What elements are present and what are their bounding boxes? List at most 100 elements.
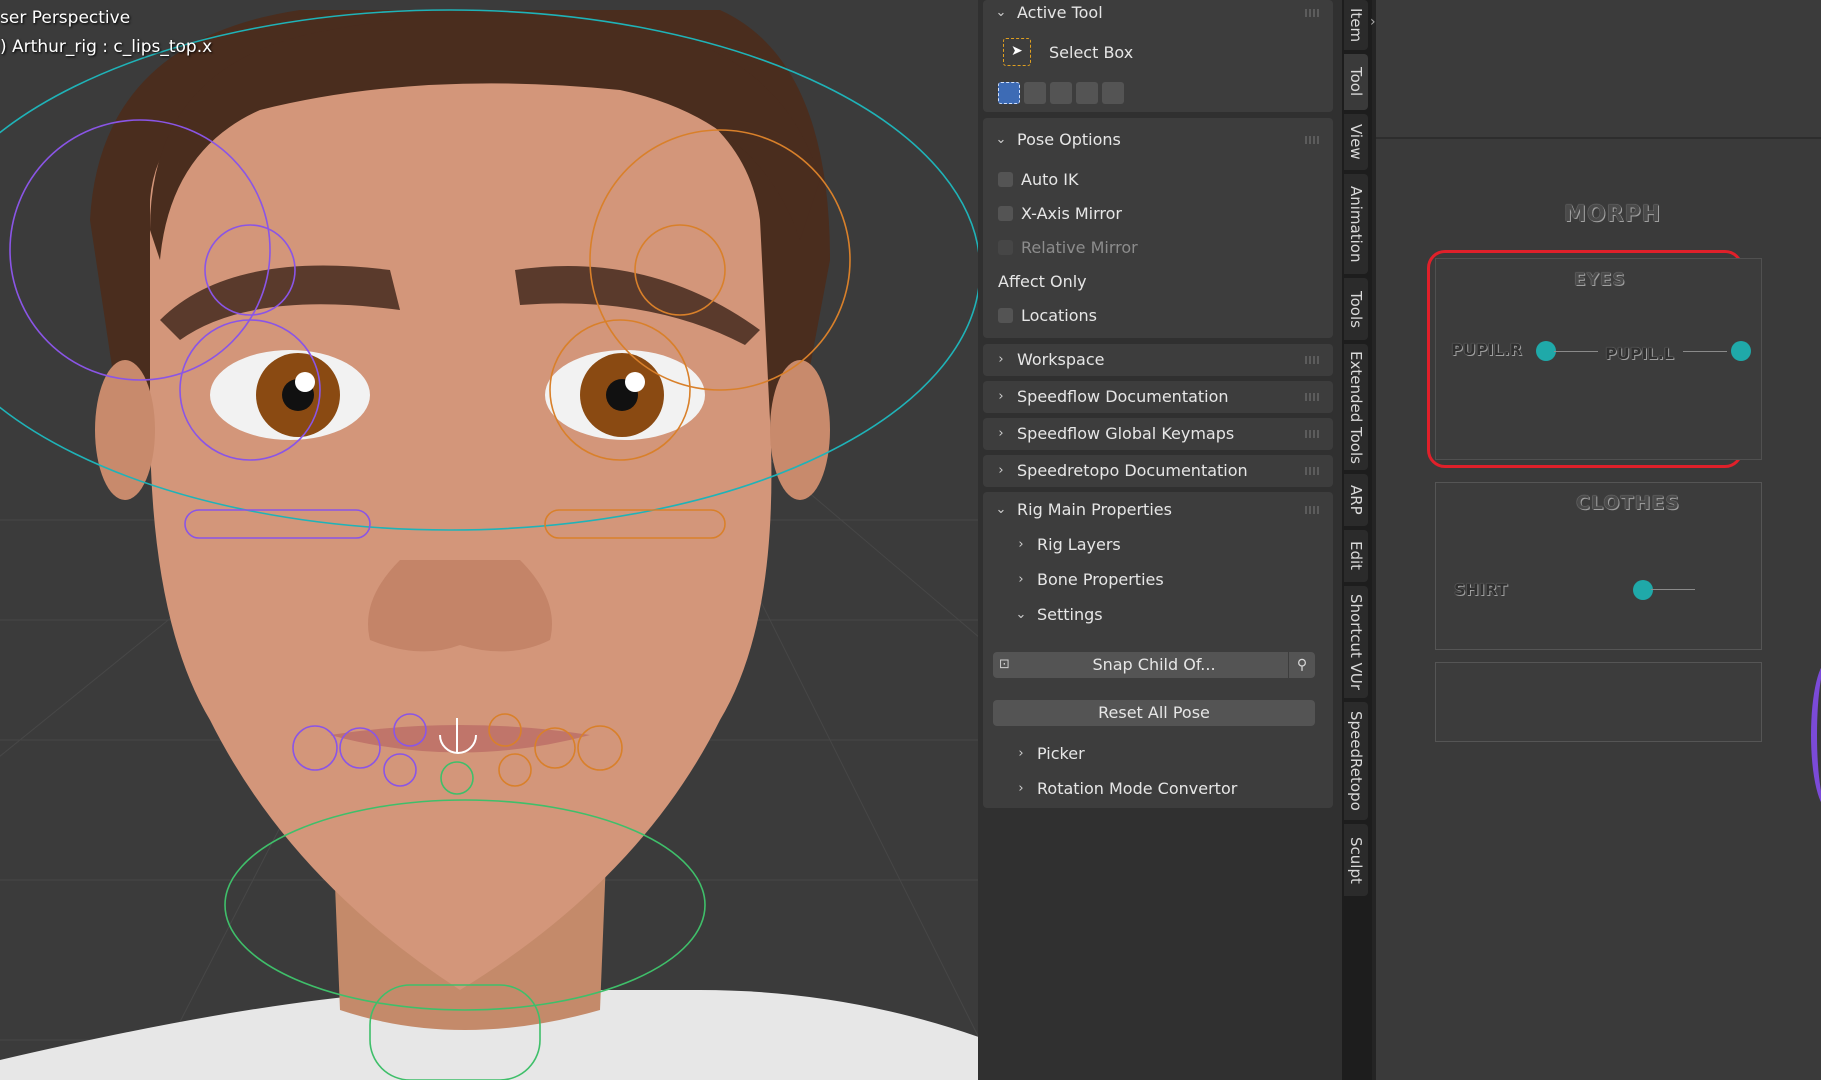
tab-edit[interactable]: Edit bbox=[1344, 530, 1368, 582]
auto-ik-label: Auto IK bbox=[1021, 170, 1079, 189]
drag-handle-icon[interactable] bbox=[1305, 136, 1321, 144]
x-axis-mirror-checkbox[interactable]: X-Axis Mirror bbox=[998, 204, 1122, 223]
picker-panel: MORPH EYES PUPIL.R PUPIL.L CLOTHES SHIRT bbox=[1376, 0, 1821, 1080]
mode-extend-icon[interactable] bbox=[1024, 82, 1046, 104]
reset-all-pose-button[interactable]: Reset All Pose bbox=[993, 700, 1315, 726]
speedflow-documentation-panel[interactable]: › Speedflow Documentation bbox=[983, 381, 1333, 413]
chevron-down-icon: ⌄ bbox=[995, 132, 1007, 147]
sidebar-tabs: Item Tool View Animation Tools Extended … bbox=[1342, 0, 1372, 1080]
tab-sculpt[interactable]: Sculpt bbox=[1344, 824, 1368, 896]
workspace-panel[interactable]: › Workspace bbox=[983, 344, 1333, 376]
locations-label: Locations bbox=[1021, 306, 1098, 325]
rig-layers-subpanel[interactable]: › Rig Layers bbox=[1013, 535, 1120, 554]
x-axis-mirror-label: X-Axis Mirror bbox=[1021, 204, 1123, 223]
pose-options-header[interactable]: ⌄ Pose Options bbox=[993, 130, 1121, 149]
chevron-right-icon: › bbox=[1018, 781, 1024, 796]
locations-checkbox[interactable]: Locations bbox=[998, 306, 1097, 325]
active-tool-header[interactable]: ⌄ Active Tool bbox=[993, 3, 1103, 22]
tab-view[interactable]: View bbox=[1344, 114, 1368, 170]
speedflow-keymaps-title: Speedflow Global Keymaps bbox=[1017, 424, 1235, 443]
shirt-label: SHIRT bbox=[1454, 580, 1508, 599]
viewport-mode-label: ser Perspective bbox=[0, 8, 131, 28]
picker-header-area bbox=[1376, 0, 1821, 139]
chevron-right-icon[interactable]: › bbox=[1370, 14, 1376, 30]
chevron-right-icon: › bbox=[1018, 572, 1024, 587]
speedretopo-documentation-panel[interactable]: › Speedretopo Documentation bbox=[983, 455, 1333, 487]
select-box-tool[interactable]: ➤ Select Box bbox=[1003, 38, 1133, 66]
settings-title: Settings bbox=[1037, 605, 1103, 624]
chevron-right-icon: › bbox=[998, 426, 1004, 441]
drag-handle-icon[interactable] bbox=[1305, 9, 1321, 17]
empty-picker-box bbox=[1435, 662, 1762, 742]
shirt-slider-knob[interactable] bbox=[1633, 580, 1653, 600]
shirt-slider-track[interactable] bbox=[1651, 589, 1695, 590]
auto-ik-checkbox[interactable]: Auto IK bbox=[998, 170, 1078, 189]
rotation-mode-convertor-subpanel[interactable]: › Rotation Mode Convertor bbox=[1013, 779, 1237, 798]
mode-intersect-icon[interactable] bbox=[1102, 82, 1124, 104]
pupil-l-slider-track[interactable] bbox=[1683, 351, 1727, 352]
tab-tool[interactable]: Tool bbox=[1344, 54, 1368, 110]
snap-child-of-button[interactable]: ⊡ Snap Child Of... ⚲ bbox=[993, 652, 1315, 678]
drag-handle-icon[interactable] bbox=[1305, 430, 1321, 438]
checkbox-icon bbox=[998, 240, 1013, 255]
mode-set-icon[interactable] bbox=[998, 82, 1020, 104]
pupil-r-label: PUPIL.R bbox=[1451, 340, 1522, 359]
chevron-down-icon: ⌄ bbox=[995, 502, 1007, 517]
pupil-l-slider-knob[interactable] bbox=[1731, 341, 1751, 361]
settings-subpanel[interactable]: ⌄ Settings bbox=[1013, 605, 1103, 624]
morph-title: MORPH bbox=[1564, 202, 1662, 227]
workspace-header: › Workspace bbox=[993, 350, 1104, 369]
pupil-r-slider-track[interactable] bbox=[1554, 351, 1598, 352]
tab-shortcut-vur[interactable]: Shortcut VUr bbox=[1344, 586, 1368, 698]
drag-handle-icon[interactable] bbox=[1305, 356, 1321, 364]
pose-options-panel: ⌄ Pose Options Auto IK X-Axis Mirror Rel… bbox=[983, 118, 1333, 338]
rotation-mode-convertor-title: Rotation Mode Convertor bbox=[1037, 779, 1238, 798]
mode-invert-icon[interactable] bbox=[1076, 82, 1098, 104]
speedretopo-documentation-header: › Speedretopo Documentation bbox=[993, 461, 1247, 480]
chevron-down-icon: ⌄ bbox=[1015, 607, 1027, 622]
clothes-title: CLOTHES bbox=[1576, 492, 1681, 514]
constraint-icon: ⊡ bbox=[999, 657, 1010, 672]
pupil-r-slider-knob[interactable] bbox=[1536, 341, 1556, 361]
speedflow-keymaps-panel[interactable]: › Speedflow Global Keymaps bbox=[983, 418, 1333, 450]
rig-main-properties-header[interactable]: ⌄ Rig Main Properties bbox=[993, 500, 1172, 519]
chevron-down-icon: ⌄ bbox=[995, 5, 1007, 20]
drag-handle-icon[interactable] bbox=[1305, 467, 1321, 475]
pose-options-title: Pose Options bbox=[1017, 130, 1121, 149]
tab-item[interactable]: Item bbox=[1344, 0, 1368, 50]
affect-only-label: Affect Only bbox=[998, 272, 1087, 291]
relative-mirror-checkbox: Relative Mirror bbox=[998, 238, 1138, 257]
select-box-label: Select Box bbox=[1049, 42, 1134, 62]
checkbox-icon bbox=[998, 308, 1013, 323]
chevron-right-icon: › bbox=[1018, 746, 1024, 761]
mode-subtract-icon[interactable] bbox=[1050, 82, 1072, 104]
speedflow-documentation-title: Speedflow Documentation bbox=[1017, 387, 1229, 406]
tab-extended-tools[interactable]: Extended Tools bbox=[1344, 344, 1368, 470]
add-constraint-icon[interactable]: ⚲ bbox=[1288, 652, 1315, 678]
picker-title: Picker bbox=[1037, 744, 1085, 763]
bone-properties-subpanel[interactable]: › Bone Properties bbox=[1013, 570, 1164, 589]
drag-handle-icon[interactable] bbox=[1305, 506, 1321, 514]
eyes-title: EYES bbox=[1574, 270, 1626, 290]
bone-properties-title: Bone Properties bbox=[1037, 570, 1164, 589]
tab-speedretopo[interactable]: SpeedRetopo bbox=[1344, 702, 1368, 820]
tab-tools[interactable]: Tools bbox=[1344, 278, 1368, 340]
picker-subpanel[interactable]: › Picker bbox=[1013, 744, 1085, 763]
selection-mode-group bbox=[998, 82, 1124, 104]
tab-arp[interactable]: ARP bbox=[1344, 474, 1368, 526]
snap-child-of-label: Snap Child Of... bbox=[1092, 655, 1216, 674]
pupil-l-label: PUPIL.L bbox=[1605, 344, 1674, 363]
active-object-label: ) Arthur_rig : c_lips_top.x bbox=[0, 37, 213, 57]
checkbox-icon bbox=[998, 206, 1013, 221]
speedflow-keymaps-header: › Speedflow Global Keymaps bbox=[993, 424, 1234, 443]
checkbox-icon bbox=[998, 172, 1013, 187]
sidebar-panel: ⌄ Active Tool ➤ Select Box ⌄ Pose Option… bbox=[978, 0, 1342, 1080]
drag-handle-icon[interactable] bbox=[1305, 393, 1321, 401]
chevron-right-icon: › bbox=[1018, 537, 1024, 552]
chevron-right-icon: › bbox=[998, 389, 1004, 404]
rig-main-properties-title: Rig Main Properties bbox=[1017, 500, 1172, 519]
speedflow-documentation-header: › Speedflow Documentation bbox=[993, 387, 1229, 406]
select-box-icon: ➤ bbox=[1003, 38, 1031, 66]
offscreen-control-shape[interactable] bbox=[1811, 660, 1821, 810]
tab-animation[interactable]: Animation bbox=[1344, 174, 1368, 274]
